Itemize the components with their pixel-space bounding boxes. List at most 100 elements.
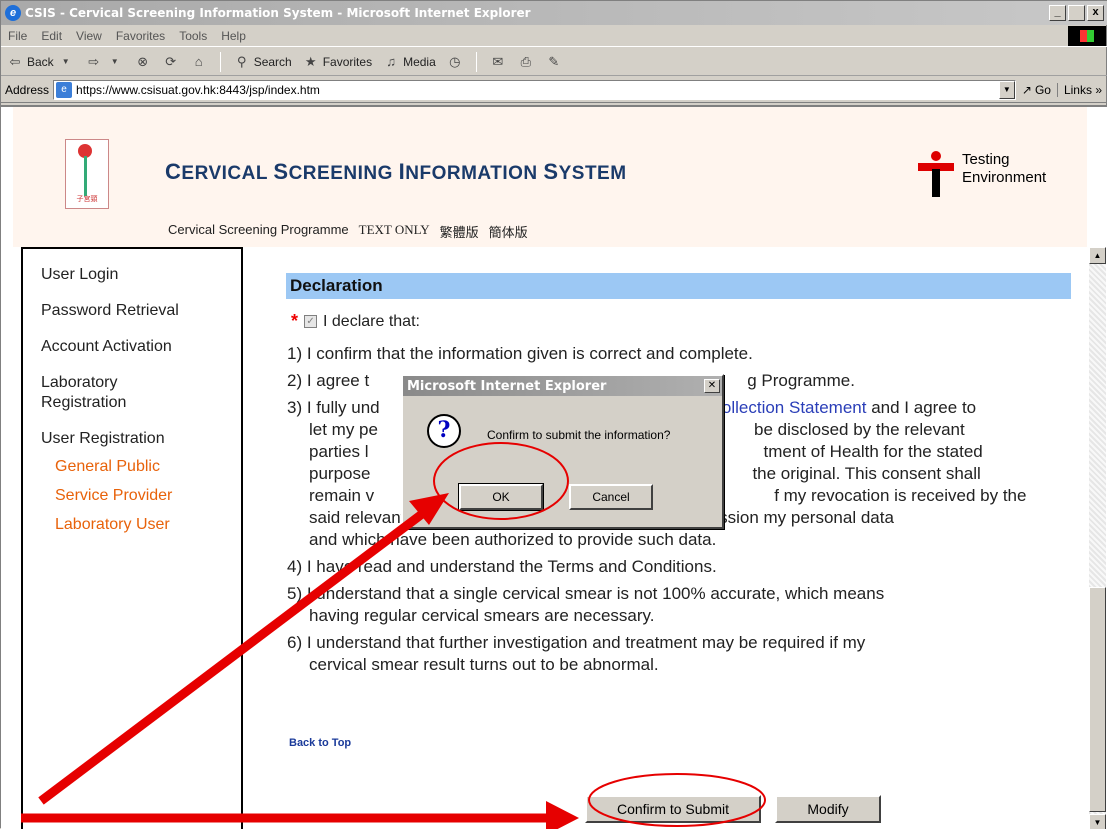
address-input[interactable]: e https://www.csisuat.gov.hk:8443/jsp/in…	[53, 79, 1016, 100]
favorites-button[interactable]: ★ Favorites	[297, 53, 377, 71]
dialog-cancel-button[interactable]: Cancel	[569, 484, 653, 510]
address-url: https://www.csisuat.gov.hk:8443/jsp/inde…	[76, 82, 320, 97]
refresh-icon: ⟳	[165, 53, 177, 69]
menu-favorites[interactable]: Favorites	[109, 29, 172, 43]
site-header: 子宮頸 CERVICAL SCREENING INFORMATION SYSTE…	[13, 107, 1087, 247]
forward-arrow-icon: ⇨	[88, 53, 100, 69]
dialog-close-button[interactable]: ✕	[704, 379, 720, 393]
print-button[interactable]: ⎙	[512, 53, 540, 71]
history-button[interactable]: ◷	[441, 53, 469, 71]
search-label: Search	[253, 54, 292, 69]
media-label: Media	[403, 54, 436, 69]
menu-help[interactable]: Help	[214, 29, 253, 43]
menu-edit[interactable]: Edit	[34, 29, 69, 43]
list-item: cervical smear result turns out to be ab…	[309, 655, 659, 674]
search-button[interactable]: ⚲ Search	[228, 53, 297, 71]
text-only-link[interactable]: TEXT ONLY	[359, 222, 430, 241]
declare-row: * ✓ I declare that:	[291, 311, 420, 332]
favorites-label: Favorites	[322, 54, 373, 69]
site-title: CERVICAL SCREENING INFORMATION SYSTEM	[165, 159, 627, 184]
sidebar: User Login Password Retrieval Account Ac…	[21, 247, 243, 829]
form-buttons: Confirm to Submit Modify	[585, 795, 881, 823]
dialog-ok-button[interactable]: OK	[458, 483, 544, 511]
stop-button[interactable]: ⊗	[129, 53, 157, 71]
declare-checkbox[interactable]: ✓	[304, 315, 318, 328]
forward-button[interactable]: ⇨ ▼	[80, 53, 129, 71]
scroll-down-icon[interactable]: ▼	[1089, 814, 1106, 829]
health-dept-logo-icon	[918, 151, 954, 197]
sidebar-subitem-service-provider[interactable]: Service Provider	[23, 486, 241, 506]
scroll-up-icon[interactable]: ▲	[1089, 247, 1106, 264]
simplified-chinese-link[interactable]: 簡体版	[489, 222, 528, 241]
menu-tools[interactable]: Tools	[172, 29, 214, 43]
chevron-down-icon: ▼	[61, 57, 70, 66]
collection-statement-link[interactable]: Collection Statement	[710, 398, 867, 417]
back-arrow-icon: ⇦	[9, 53, 21, 69]
header-links: Cervical Screening Programme TEXT ONLY 繁…	[168, 222, 528, 241]
back-to-top-link[interactable]: Back to Top	[289, 737, 351, 749]
edit-button[interactable]: ✎	[540, 53, 568, 71]
mail-button[interactable]: ✉	[484, 53, 512, 71]
windows-logo-icon	[1068, 25, 1106, 46]
sidebar-item-account-activation[interactable]: Account Activation	[23, 337, 241, 357]
standard-toolbar: ⇦ Back ▼ ⇨ ▼ ⊗ ⟳ ⌂ ⚲ Search ★ Favorites …	[1, 48, 1107, 76]
testing-label: Testing	[962, 151, 1010, 168]
close-button[interactable]: x	[1087, 5, 1104, 21]
media-button[interactable]: ♫ Media	[377, 53, 441, 71]
toolbar-separator	[219, 51, 221, 72]
mail-icon: ✉	[492, 53, 504, 69]
window-title: CSIS - Cervical Screening Information Sy…	[25, 6, 531, 20]
programme-link[interactable]: Cervical Screening Programme	[168, 222, 349, 241]
refresh-button[interactable]: ⟳	[157, 53, 185, 71]
declare-label: I declare that:	[323, 312, 420, 330]
ie-logo-icon: e	[5, 5, 21, 21]
list-item: 5) I understand that a single cervical s…	[287, 584, 885, 603]
list-item: 1) I confirm that the information given …	[287, 344, 753, 363]
sidebar-item-user-registration[interactable]: User Registration	[23, 429, 241, 449]
go-button[interactable]: ↗ Go	[1016, 83, 1057, 97]
sidebar-subitem-laboratory-user[interactable]: Laboratory User	[23, 515, 241, 535]
chevron-down-icon: ▼	[110, 57, 119, 66]
sidebar-subitem-general-public[interactable]: General Public	[23, 457, 241, 477]
sidebar-item-laboratory-registration[interactable]: Laboratory Registration	[23, 373, 163, 413]
confirm-to-submit-button[interactable]: Confirm to Submit	[585, 795, 761, 823]
minimize-button[interactable]: _	[1049, 5, 1066, 21]
title-bar: e CSIS - Cervical Screening Information …	[1, 1, 1107, 25]
question-icon: ?	[427, 414, 461, 448]
scroll-thumb[interactable]	[1089, 587, 1106, 812]
print-icon: ⎙	[520, 53, 531, 69]
media-icon: ♫	[386, 54, 396, 69]
main-content: Declaration * ✓ I declare that: 1) I con…	[243, 247, 1089, 829]
page-scrollbar[interactable]: ▲ ▼	[1089, 247, 1106, 829]
traditional-chinese-link[interactable]: 繁體版	[440, 222, 479, 241]
search-icon: ⚲	[236, 53, 247, 69]
window-controls: _ x	[1049, 5, 1104, 21]
menu-view[interactable]: View	[69, 29, 109, 43]
list-item: 4) I have read and understand the Terms …	[287, 557, 717, 576]
menu-file[interactable]: File	[1, 29, 34, 43]
address-bar: Address e https://www.csisuat.gov.hk:844…	[1, 77, 1107, 103]
links-label: Links	[1063, 82, 1092, 97]
dialog-message: Confirm to submit the information?	[487, 428, 671, 442]
back-button[interactable]: ⇦ Back ▼	[1, 53, 80, 71]
list-item: and which have been authorized to provid…	[309, 530, 717, 549]
home-icon: ⌂	[194, 54, 203, 69]
address-dropdown-icon[interactable]: ▼	[998, 80, 1015, 99]
page-icon: e	[56, 81, 73, 98]
modify-button[interactable]: Modify	[775, 795, 881, 823]
sidebar-item-password-retrieval[interactable]: Password Retrieval	[23, 301, 241, 321]
testing-environment-badge: Testing Environment	[918, 151, 1046, 197]
maximize-button[interactable]	[1068, 5, 1085, 21]
menu-bar: File Edit View Favorites Tools Help	[1, 25, 1107, 47]
home-button[interactable]: ⌂	[185, 53, 213, 71]
confirm-dialog: Microsoft Internet Explorer ✕ ? Confirm …	[401, 374, 724, 529]
links-button[interactable]: Links »	[1056, 82, 1107, 97]
go-label: Go	[1034, 82, 1051, 97]
edit-icon: ✎	[548, 53, 560, 69]
go-arrow-icon: ↗	[1021, 82, 1032, 97]
stop-icon: ⊗	[137, 53, 149, 69]
favorites-icon: ★	[304, 53, 317, 69]
toolbar-separator	[475, 51, 477, 72]
environment-label: Environment	[962, 169, 1047, 186]
sidebar-item-user-login[interactable]: User Login	[23, 265, 241, 285]
